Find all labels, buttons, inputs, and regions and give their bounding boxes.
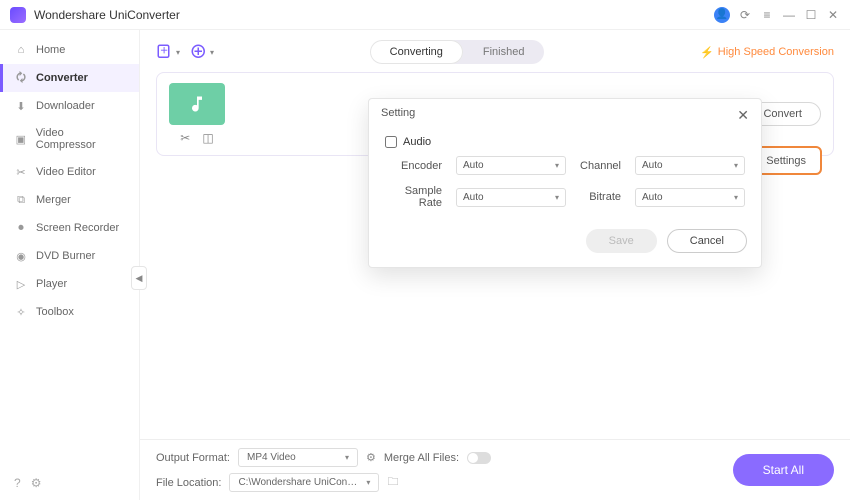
- download-icon: ⬇: [14, 99, 28, 113]
- status-tabs: Converting Finished: [370, 40, 545, 64]
- sidebar-item-label: Downloader: [36, 100, 95, 112]
- sidebar-item-home[interactable]: ⌂ Home: [0, 36, 139, 64]
- home-icon: ⌂: [14, 43, 28, 57]
- file-location-select[interactable]: C:\Wondershare UniConverter ▾: [229, 473, 379, 492]
- sidebar-item-compressor[interactable]: ▣ Video Compressor: [0, 120, 139, 158]
- output-format-label: Output Format:: [156, 452, 230, 464]
- add-url-button[interactable]: ▾: [190, 43, 214, 61]
- save-button[interactable]: Save: [586, 229, 657, 253]
- high-speed-link[interactable]: ⚡ High Speed Conversion: [700, 46, 834, 59]
- sidebar-item-dvdburner[interactable]: ◉ DVD Burner: [0, 242, 139, 270]
- sidebar-item-downloader[interactable]: ⬇ Downloader: [0, 92, 139, 120]
- setting-dialog: Setting ✕ Audio Encoder Auto ▾ Channel Au…: [368, 98, 762, 268]
- chevron-down-icon: ▾: [555, 193, 559, 202]
- bitrate-value: Auto: [642, 192, 663, 203]
- channel-select[interactable]: Auto ▾: [635, 156, 745, 175]
- chevron-down-icon: ▾: [345, 453, 349, 462]
- sidebar-item-screenrecorder[interactable]: ⏺ Screen Recorder: [0, 214, 139, 242]
- samplerate-value: Auto: [463, 192, 484, 203]
- open-folder-icon[interactable]: 🗀: [387, 473, 398, 492]
- help-icon[interactable]: ?: [14, 476, 21, 490]
- chevron-down-icon: ▾: [176, 48, 180, 57]
- app-title: Wondershare UniConverter: [34, 8, 714, 22]
- sidebar-item-label: Screen Recorder: [36, 222, 119, 234]
- samplerate-label: Sample Rate: [385, 185, 442, 209]
- close-icon[interactable]: ✕: [826, 8, 840, 22]
- encoder-value: Auto: [463, 160, 484, 171]
- chevron-down-icon: ▾: [366, 478, 370, 487]
- app-logo: [10, 7, 26, 23]
- menu-icon[interactable]: ≡: [760, 8, 774, 22]
- footer-bar: Output Format: MP4 Video ▾ ⚙ Merge All Fi…: [140, 439, 850, 500]
- scissors-icon: ✂: [14, 165, 28, 179]
- settings-icon[interactable]: ⚙: [31, 476, 42, 490]
- chevron-down-icon: ▾: [210, 48, 214, 57]
- sidebar-item-converter[interactable]: 🗘 Converter: [0, 64, 139, 92]
- add-file-icon: [156, 43, 174, 61]
- chevron-down-icon: ▾: [734, 161, 738, 170]
- samplerate-select[interactable]: Auto ▾: [456, 188, 566, 207]
- sidebar-item-label: Converter: [36, 72, 88, 84]
- channel-label: Channel: [580, 160, 621, 172]
- sidebar-item-label: Video Compressor: [36, 127, 125, 151]
- merge-label: Merge All Files:: [384, 452, 459, 464]
- toolbox-icon: ✧: [14, 305, 28, 319]
- sidebar-item-label: Player: [36, 278, 67, 290]
- encoder-select[interactable]: Auto ▾: [456, 156, 566, 175]
- merge-icon: ⧉: [14, 193, 28, 207]
- converter-icon: 🗘: [14, 71, 28, 85]
- channel-value: Auto: [642, 160, 663, 171]
- merge-toggle[interactable]: [467, 452, 491, 464]
- chevron-down-icon: ▾: [555, 161, 559, 170]
- chevron-down-icon: ▾: [734, 193, 738, 202]
- audio-label: Audio: [403, 136, 431, 148]
- disc-icon: ◉: [14, 249, 28, 263]
- output-format-value: MP4 Video: [247, 452, 296, 463]
- audio-checkbox-input[interactable]: [385, 136, 397, 148]
- record-icon: ⏺: [14, 221, 28, 235]
- high-speed-label: High Speed Conversion: [718, 46, 834, 58]
- account-icon[interactable]: 👤: [714, 7, 730, 23]
- tab-converting[interactable]: Converting: [370, 40, 463, 64]
- audio-checkbox[interactable]: Audio: [385, 136, 745, 148]
- file-location-label: File Location:: [156, 477, 221, 489]
- sidebar-item-label: Merger: [36, 194, 71, 206]
- refresh-icon[interactable]: ⟳: [738, 8, 752, 22]
- sidebar-item-merger[interactable]: ⧉ Merger: [0, 186, 139, 214]
- dialog-title: Setting: [381, 107, 415, 124]
- tab-finished[interactable]: Finished: [463, 40, 545, 64]
- output-format-select[interactable]: MP4 Video ▾: [238, 448, 358, 467]
- cancel-button[interactable]: Cancel: [667, 229, 747, 253]
- file-location-value: C:\Wondershare UniConverter: [238, 477, 358, 488]
- play-icon: ▷: [14, 277, 28, 291]
- sidebar-item-videoeditor[interactable]: ✂ Video Editor: [0, 158, 139, 186]
- close-icon[interactable]: ✕: [737, 107, 749, 124]
- maximize-icon[interactable]: ☐: [804, 8, 818, 22]
- bolt-icon: ⚡: [700, 46, 714, 59]
- settings-label: Settings: [766, 155, 806, 167]
- file-thumbnail: [169, 83, 225, 125]
- sidebar-item-toolbox[interactable]: ✧ Toolbox: [0, 298, 139, 326]
- crop-icon[interactable]: ◫: [202, 131, 213, 145]
- sidebar-item-player[interactable]: ▷ Player: [0, 270, 139, 298]
- compress-icon: ▣: [14, 132, 28, 146]
- sidebar: ⌂ Home 🗘 Converter ⬇ Downloader ▣ Video Comp…: [0, 30, 140, 500]
- trim-icon[interactable]: ✂: [180, 131, 190, 145]
- add-url-icon: [190, 43, 208, 61]
- add-file-button[interactable]: ▾: [156, 43, 180, 61]
- bitrate-label: Bitrate: [580, 191, 621, 203]
- minimize-icon[interactable]: —: [782, 8, 796, 22]
- bitrate-select[interactable]: Auto ▾: [635, 188, 745, 207]
- sidebar-item-label: Video Editor: [36, 166, 96, 178]
- music-note-icon: [187, 94, 207, 114]
- start-all-button[interactable]: Start All: [733, 454, 834, 486]
- sidebar-item-label: Home: [36, 44, 65, 56]
- output-settings-icon[interactable]: ⚙: [366, 451, 376, 464]
- encoder-label: Encoder: [385, 160, 442, 172]
- sidebar-item-label: DVD Burner: [36, 250, 95, 262]
- sidebar-item-label: Toolbox: [36, 306, 74, 318]
